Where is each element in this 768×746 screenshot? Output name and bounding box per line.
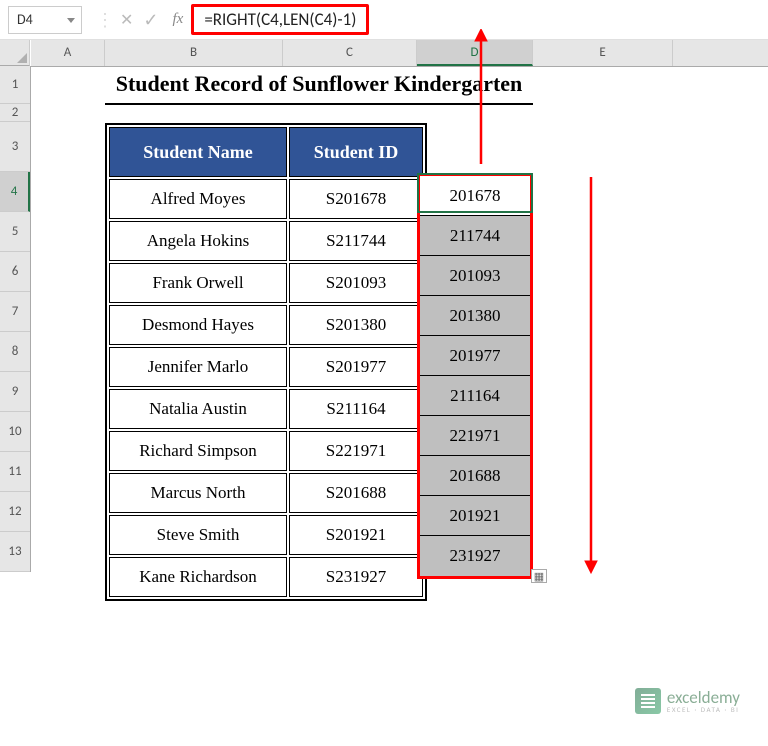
cancel-icon[interactable]: ✕ [120,10,133,30]
row-header-1[interactable]: 1 [0,66,30,104]
row-header-4[interactable]: 4 [0,172,30,212]
col-header-B[interactable]: B [105,40,283,66]
result-cell[interactable]: 201093 [420,256,530,296]
table-row: Jennifer MarloS201977 [109,347,423,387]
row-header-12[interactable]: 12 [0,492,30,532]
watermark-tagline: EXCEL · DATA · BI [667,706,740,713]
select-all-corner[interactable] [0,40,30,66]
table-row: Frank OrwellS201093 [109,263,423,303]
result-cell[interactable]: 201688 [420,456,530,496]
col-header-A[interactable]: A [31,40,105,66]
column-headers: A B C D E [31,40,768,67]
watermark: exceldemy EXCEL · DATA · BI [635,688,740,714]
col-header-E[interactable]: E [533,40,673,66]
student-table: Student Name Student ID Alfred MoyesS201… [105,123,427,601]
spreadsheet: 1 2 3 4 5 6 7 8 9 10 11 12 13 A B C D E … [0,40,768,572]
row-header-6[interactable]: 6 [0,252,30,292]
row-header-13[interactable]: 13 [0,532,30,572]
table-row: Richard SimpsonS221971 [109,431,423,471]
enter-icon[interactable]: ✓ [143,9,158,31]
formula-bar-buttons: ✕ ✓ [120,9,159,31]
table-row: Alfred MoyesS201678 [109,179,423,219]
row-header-11[interactable]: 11 [0,452,30,492]
table-row: Steve SmithS201921 [109,515,423,555]
annotation-arrow-down [581,175,601,575]
table-row: Kane RichardsonS231927 [109,557,423,597]
header-student-name: Student Name [109,127,287,177]
row-header-5[interactable]: 5 [0,212,30,252]
table-row: Marcus NorthS201688 [109,473,423,513]
result-cell[interactable]: 201921 [420,496,530,536]
row-headers: 1 2 3 4 5 6 7 8 9 10 11 12 13 [0,66,31,572]
result-cell[interactable]: 201977 [420,336,530,376]
result-cell[interactable]: 231927 [420,536,530,576]
table-row: Natalia AustinS211164 [109,389,423,429]
result-cell[interactable]: 201678 [420,176,530,216]
fx-icon[interactable]: fx [173,11,184,28]
annotation-arrow-up [471,29,491,169]
watermark-brand: exceldemy [667,689,740,706]
watermark-logo-icon [635,688,661,714]
result-cell[interactable]: 211744 [420,216,530,256]
result-cell[interactable]: 201380 [420,296,530,336]
table-row: Desmond HayesS201380 [109,305,423,345]
sheet-title: Student Record of Sunflower Kindergarten [105,67,533,105]
header-student-id: Student ID [289,127,423,177]
row-header-8[interactable]: 8 [0,332,30,372]
row-header-7[interactable]: 7 [0,292,30,332]
formula-text: =RIGHT(C4,LEN(C4)-1) [191,4,369,35]
row-header-2[interactable]: 2 [0,104,30,122]
divider: ⋮ [96,9,114,31]
result-cell[interactable]: 211164 [420,376,530,416]
autofill-options-icon[interactable] [531,569,547,583]
row-header-3[interactable]: 3 [0,122,30,172]
row-header-9[interactable]: 9 [0,372,30,412]
col-header-C[interactable]: C [283,40,417,66]
result-column-highlight: 201678 211744 201093 201380 201977 21116… [417,173,533,579]
row-header-10[interactable]: 10 [0,412,30,452]
name-box[interactable]: D4 [8,6,82,34]
formula-bar-row: D4 ⋮ ✕ ✓ fx =RIGHT(C4,LEN(C4)-1) [0,0,768,40]
result-cell[interactable]: 221971 [420,416,530,456]
table-row: Angela HokinsS211744 [109,221,423,261]
